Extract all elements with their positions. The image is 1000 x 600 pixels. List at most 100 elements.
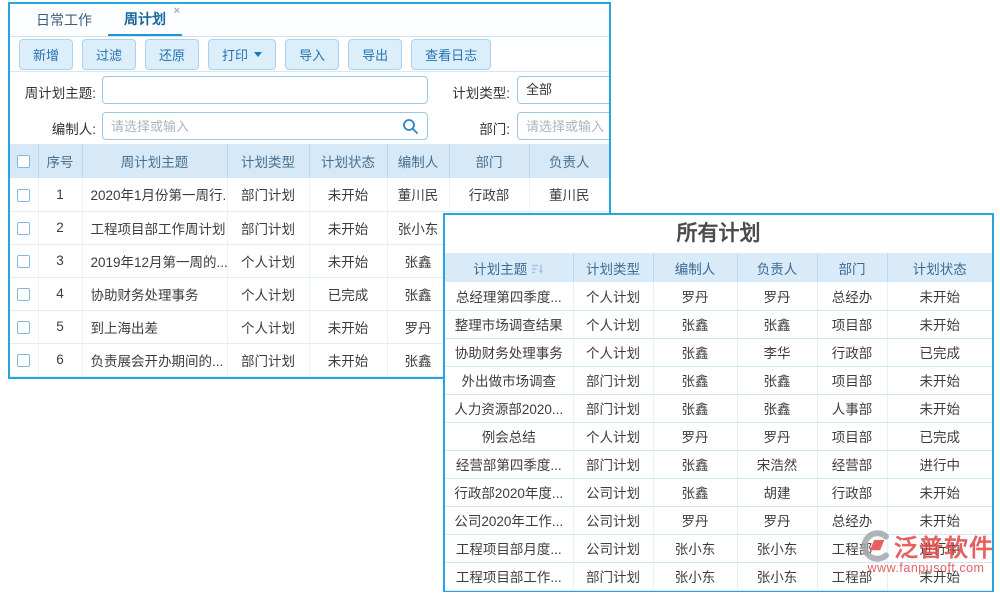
cell-type: 部门计划 [227,178,309,211]
cell-owner: 宋浩然 [737,450,817,478]
table-row[interactable]: 外出做市场调查 部门计划 张鑫 张鑫 项目部 未开始 [445,366,992,394]
import-button-label: 导入 [299,45,325,64]
dept-filter-input[interactable] [517,112,611,140]
checkbox-cell [10,343,38,376]
cell-subject-link[interactable]: 协助财务处理事务 [82,277,227,310]
table-row[interactable]: 公司2020年工作... 公司计划 罗丹 罗丹 总经办 未开始 [445,506,992,534]
sort-icon[interactable] [531,263,544,275]
new-button[interactable]: 新增 [19,39,73,70]
row-checkbox[interactable] [17,288,30,301]
col-type[interactable]: 计划类型 [227,144,309,178]
cell-subject-link[interactable]: 负责展会开办期间的... [82,343,227,376]
cell-creator-link[interactable]: 张小东 [387,211,449,244]
checkbox-cell [10,178,38,211]
row-checkbox[interactable] [17,255,30,268]
table-row[interactable]: 例会总结 个人计划 罗丹 罗丹 项目部 已完成 [445,422,992,450]
cell-owner: 张小东 [737,534,817,562]
cell-creator-link[interactable]: 张鑫 [387,277,449,310]
row-checkbox[interactable] [17,222,30,235]
cell-status: 未开始 [309,178,387,211]
cell-subject-link[interactable]: 到上海出差 [82,310,227,343]
table-row[interactable]: 工程项目部工作... 部门计划 张小东 张小东 工程部 未开始 [445,562,992,590]
cell-creator-link[interactable]: 罗丹 [387,310,449,343]
cell-num: 5 [38,310,82,343]
print-button-label: 打印 [222,45,248,64]
cell-subject: 协助财务处理事务 [445,338,573,366]
cell-num: 6 [38,343,82,376]
creator-filter-input[interactable] [102,112,428,140]
col-owner[interactable]: 负责人 [529,144,609,178]
cell-creator: 张小东 [653,534,737,562]
cell-creator-link[interactable]: 张鑫 [387,343,449,376]
view-log-button[interactable]: 查看日志 [411,39,491,70]
col-dept[interactable]: 部门 [449,144,529,178]
col-creator[interactable]: 编制人 [653,253,737,282]
table-row[interactable]: 总经理第四季度... 个人计划 罗丹 罗丹 总经办 未开始 [445,282,992,310]
cell-dept: 行政部 [817,338,887,366]
tab-weekly-plan[interactable]: 周计划 × [108,4,182,36]
table-row[interactable]: 1 2020年1月份第一周行... 部门计划 未开始 董川民 行政部 董川民 [10,178,609,211]
new-button-label: 新增 [33,45,59,64]
table-row[interactable]: 经营部第四季度... 部门计划 张鑫 宋浩然 经营部 进行中 [445,450,992,478]
cell-creator: 张鑫 [653,394,737,422]
col-type[interactable]: 计划类型 [573,253,653,282]
cell-creator: 张小东 [653,562,737,590]
col-subject[interactable]: 周计划主题 [82,144,227,178]
col-status[interactable]: 计划状态 [887,253,992,282]
col-owner[interactable]: 负责人 [737,253,817,282]
filter-button-label: 过滤 [96,45,122,64]
table-row[interactable]: 行政部2020年度... 公司计划 张鑫 胡建 行政部 未开始 [445,478,992,506]
table-row[interactable]: 协助财务处理事务 个人计划 张鑫 李华 行政部 已完成 [445,338,992,366]
search-icon[interactable] [402,118,419,135]
cell-dept: 总经办 [817,282,887,310]
cell-status: 未开始 [887,478,992,506]
tab-daily-work-label: 日常工作 [36,10,92,30]
cell-owner: 李华 [737,338,817,366]
cell-dept: 经营部 [817,450,887,478]
import-button[interactable]: 导入 [285,39,339,70]
cell-subject: 行政部2020年度... [445,478,573,506]
cell-subject-link[interactable]: 2019年12月第一周的... [82,244,227,277]
all-plans-title: 所有计划 [445,215,992,253]
plan-type-select[interactable]: 全部 [517,76,611,104]
export-button[interactable]: 导出 [348,39,402,70]
col-creator[interactable]: 编制人 [387,144,449,178]
filter-button[interactable]: 过滤 [82,39,136,70]
select-all-checkbox[interactable] [17,155,30,168]
col-status[interactable]: 计划状态 [309,144,387,178]
col-num[interactable]: 序号 [38,144,82,178]
cell-creator: 张鑫 [653,366,737,394]
cell-subject: 公司2020年工作... [445,506,573,534]
cell-dept: 总经办 [817,506,887,534]
cell-owner-link[interactable]: 董川民 [529,178,609,211]
cell-dept: 项目部 [817,422,887,450]
tab-bar: 日常工作 周计划 × [10,4,609,37]
checkbox-cell [10,211,38,244]
table-row[interactable]: 整理市场调查结果 个人计划 张鑫 张鑫 项目部 未开始 [445,310,992,338]
cell-subject: 人力资源部2020... [445,394,573,422]
subject-filter-input[interactable] [102,76,428,104]
cell-type: 个人计划 [573,310,653,338]
cell-creator-link[interactable]: 张鑫 [387,244,449,277]
table-row[interactable]: 人力资源部2020... 部门计划 张鑫 张鑫 人事部 未开始 [445,394,992,422]
cell-type: 部门计划 [573,562,653,590]
col-dept[interactable]: 部门 [817,253,887,282]
cell-type: 公司计划 [573,478,653,506]
cell-subject-link[interactable]: 工程项目部工作周计划 [82,211,227,244]
row-checkbox[interactable] [17,321,30,334]
print-button[interactable]: 打印 [208,39,276,70]
cell-creator: 罗丹 [653,506,737,534]
cell-type: 个人计划 [227,244,309,277]
restore-button[interactable]: 还原 [145,39,199,70]
cell-subject: 外出做市场调查 [445,366,573,394]
row-checkbox[interactable] [17,354,30,367]
cell-dept: 行政部 [449,178,529,211]
table-row[interactable]: 工程项目部月度... 公司计划 张小东 张小东 工程部 进行中 [445,534,992,562]
tab-daily-work[interactable]: 日常工作 [20,4,108,36]
close-tab-icon[interactable]: × [174,6,180,17]
cell-type: 部门计划 [227,343,309,376]
col-subject[interactable]: 计划主题 [445,253,573,282]
row-checkbox[interactable] [17,189,30,202]
cell-subject-link[interactable]: 2020年1月份第一周行... [82,178,227,211]
cell-creator-link[interactable]: 董川民 [387,178,449,211]
